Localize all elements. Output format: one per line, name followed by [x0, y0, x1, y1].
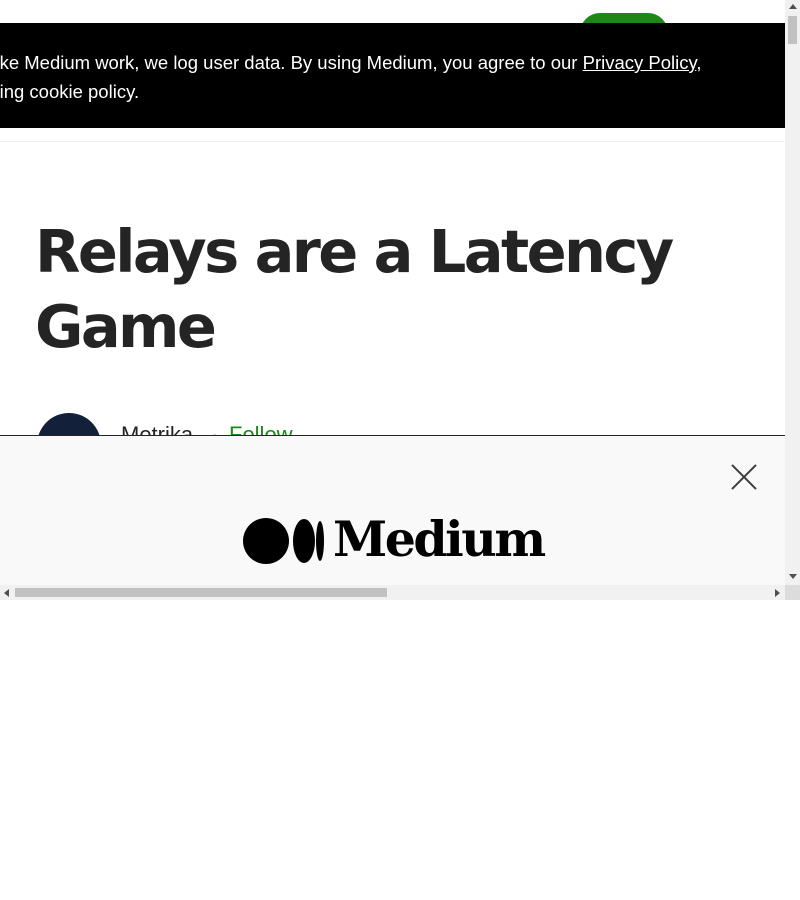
browser-viewport: nake Medium work, we log user data. By u… [0, 0, 785, 585]
scroll-up-icon[interactable] [789, 4, 797, 9]
vertical-scrollbar[interactable] [785, 0, 800, 585]
logo-bar [316, 521, 324, 561]
cookie-text-start: nake Medium work, we log user data. By u… [0, 52, 583, 73]
cookie-text-comma: , [696, 52, 702, 73]
cookie-banner-text: nake Medium work, we log user data. By u… [0, 48, 779, 106]
header-divider [0, 141, 785, 142]
close-icon[interactable] [731, 464, 757, 490]
vertical-scroll-thumb[interactable] [788, 16, 797, 44]
scroll-left-icon[interactable] [4, 589, 9, 597]
scroll-right-icon[interactable] [775, 589, 780, 597]
scrollbar-corner [785, 585, 800, 600]
medium-logo-icon [243, 518, 325, 564]
horizontal-scroll-thumb[interactable] [15, 588, 387, 597]
signin-overlay: Medium [0, 435, 785, 585]
article-title: Relays are a Latency Game [35, 217, 674, 361]
cookie-banner: nake Medium work, we log user data. By u… [0, 23, 785, 128]
logo-wordmark: Medium [333, 510, 546, 568]
logo-ellipse [293, 519, 315, 563]
horizontal-scrollbar[interactable] [0, 585, 785, 600]
scroll-down-icon[interactable] [789, 574, 797, 579]
logo-circle [243, 518, 289, 564]
cookie-text-line2: uding cookie policy. [0, 81, 140, 102]
privacy-policy-link[interactable]: Privacy Policy [583, 52, 697, 73]
